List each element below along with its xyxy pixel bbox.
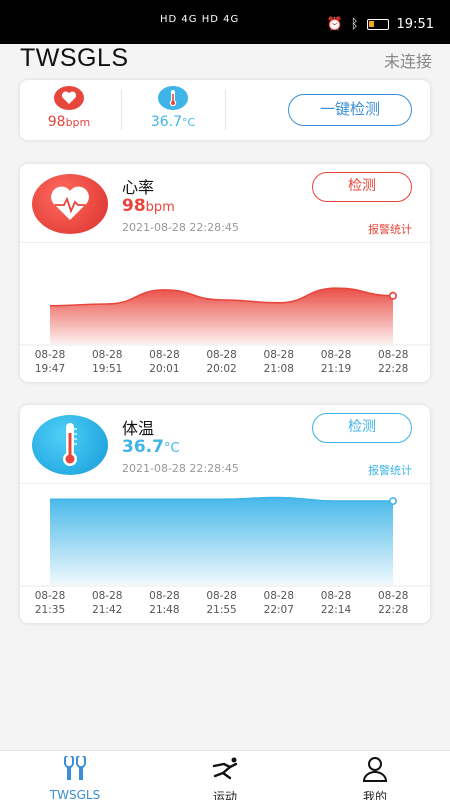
tab-label: 我的 bbox=[362, 790, 387, 800]
temperature-card: 体温 36.7°C 2021-08-28 22:28:45 检测 报警统计 08… bbox=[20, 405, 430, 623]
x-tick-date: 08-28 bbox=[321, 590, 352, 602]
status-time: 19:51 bbox=[396, 17, 434, 32]
x-tick-time: 21:08 bbox=[264, 363, 294, 375]
heart-icon bbox=[54, 86, 84, 110]
x-tick-date: 08-28 bbox=[378, 590, 409, 602]
thermometer-icon bbox=[32, 415, 108, 475]
x-tick-time: 22:07 bbox=[264, 604, 294, 616]
chart-area bbox=[50, 497, 393, 585]
divider bbox=[20, 242, 430, 243]
tab-sport[interactable]: 运动 bbox=[175, 755, 275, 800]
heart-rate-timestamp: 2021-08-28 22:28:45 bbox=[122, 221, 239, 234]
tab-mine[interactable]: 我的 bbox=[325, 755, 425, 800]
chart-area bbox=[50, 288, 393, 344]
tab-label: 运动 bbox=[212, 790, 237, 800]
x-tick-time: 19:51 bbox=[92, 363, 122, 375]
summary-temp-unit: °C bbox=[181, 116, 196, 129]
earbuds-icon bbox=[25, 755, 125, 783]
temperature-timestamp: 2021-08-28 22:28:45 bbox=[122, 462, 239, 475]
x-tick-date: 08-28 bbox=[264, 349, 295, 361]
heart-rate-title: 心率 bbox=[122, 178, 155, 197]
battery-icon bbox=[366, 19, 389, 30]
bluetooth-icon: ᛒ bbox=[350, 17, 359, 32]
x-tick-date: 08-28 bbox=[206, 590, 237, 602]
temperature-title: 体温 bbox=[122, 419, 155, 438]
header: TWSGLS 未连接 bbox=[0, 44, 450, 76]
person-icon bbox=[325, 755, 425, 783]
x-tick-date: 08-28 bbox=[264, 590, 295, 602]
temperature-chart: 08-28 21:35 08-28 21:42 08-28 21:48 08-28 21:55… bbox=[20, 496, 430, 616]
x-tick-time: 22:14 bbox=[321, 604, 352, 616]
connection-status[interactable]: 未连接 bbox=[384, 48, 432, 72]
heart-rate-chart: 08-28 19:47 08-28 19:51 08-28 20:01 08-28 20:02… bbox=[20, 287, 430, 375]
temperature-detect-button[interactable]: 检测 bbox=[312, 413, 412, 443]
status-bar: HD 4G HD 4G ⏰ ᛒ 19:51 bbox=[0, 0, 450, 44]
summary-heart: 98bpm bbox=[34, 86, 104, 130]
chart-last-point bbox=[388, 497, 397, 506]
tab-twsgls[interactable]: TWSGLS bbox=[25, 755, 125, 800]
tab-label: TWSGLS bbox=[49, 788, 101, 800]
x-tick-date: 08-28 bbox=[378, 349, 409, 361]
chart-last-point bbox=[388, 291, 397, 300]
temperature-alarm-stats-link[interactable]: 报警统计 bbox=[368, 462, 412, 478]
divider bbox=[225, 90, 226, 130]
summary-heart-unit: bpm bbox=[65, 116, 91, 129]
one-click-detect-button[interactable]: 一键检测 bbox=[288, 94, 412, 126]
summary-temp-value: 36.7 bbox=[150, 114, 182, 130]
divider bbox=[121, 90, 122, 130]
heart-rate-alarm-stats-link[interactable]: 报警统计 bbox=[368, 221, 412, 237]
temperature-unit: °C bbox=[163, 441, 180, 456]
x-tick-date: 08-28 bbox=[92, 349, 123, 361]
x-tick-date: 08-28 bbox=[206, 349, 237, 361]
heart-monitor-icon bbox=[32, 174, 108, 234]
app-title: TWSGLS bbox=[20, 44, 129, 72]
x-tick-time: 20:01 bbox=[149, 363, 179, 375]
x-tick-date: 08-28 bbox=[92, 590, 123, 602]
summary-heart-value: 98 bbox=[47, 114, 66, 130]
x-tick-time: 22:28 bbox=[378, 363, 408, 375]
x-tick-time: 21:42 bbox=[92, 604, 122, 616]
x-tick-time: 21:48 bbox=[149, 604, 179, 616]
heart-rate-detect-button[interactable]: 检测 bbox=[312, 172, 412, 202]
x-tick-time: 21:55 bbox=[206, 604, 236, 616]
heart-rate-card: 心率 98bpm 2021-08-28 22:28:45 检测 报警统计 08-… bbox=[20, 164, 430, 382]
x-tick-date: 08-28 bbox=[149, 590, 180, 602]
thermometer-icon bbox=[158, 86, 188, 110]
runner-icon bbox=[175, 755, 275, 783]
temperature-value: 36.7 bbox=[122, 437, 164, 457]
x-tick-date: 08-28 bbox=[149, 349, 180, 361]
x-tick-time: 21:19 bbox=[321, 363, 351, 375]
x-tick-date: 08-28 bbox=[35, 349, 66, 361]
x-tick-date: 08-28 bbox=[321, 349, 352, 361]
divider bbox=[20, 483, 430, 484]
x-tick-time: 21:35 bbox=[35, 604, 65, 616]
x-tick-date: 08-28 bbox=[35, 590, 66, 602]
heart-rate-value: 98 bbox=[122, 196, 146, 216]
summary-temp: 36.7°C bbox=[138, 86, 208, 130]
bottom-tab-bar: TWSGLS 运动 我的 bbox=[0, 750, 450, 800]
x-tick-time: 20:02 bbox=[206, 363, 236, 375]
x-tick-time: 22:28 bbox=[378, 604, 408, 616]
summary-card: 98bpm 36.7°C 一键检测 bbox=[20, 80, 430, 140]
x-tick-time: 19:47 bbox=[35, 363, 65, 375]
network-indicator: HD 4G HD 4G bbox=[160, 14, 240, 25]
heart-rate-unit: bpm bbox=[145, 200, 175, 215]
alarm-icon: ⏰ bbox=[326, 17, 343, 32]
